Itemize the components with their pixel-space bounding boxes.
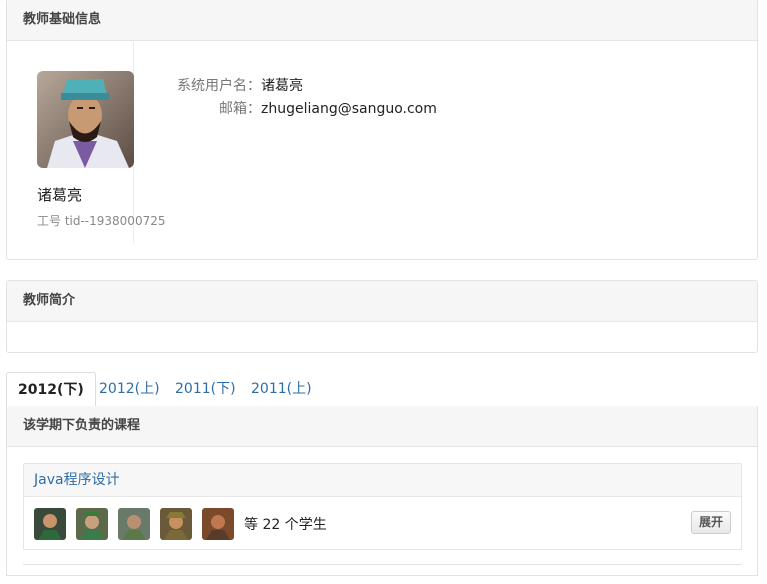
teacher-intro-panel: 教师简介	[6, 280, 758, 353]
student-avatar[interactable]	[76, 507, 108, 540]
student-avatar[interactable]	[34, 507, 66, 540]
panel-title: 该学期下负责的课程	[7, 406, 757, 447]
tab-2011-spring[interactable]: 2011(上)	[240, 372, 323, 407]
student-count: 等 22 个学生	[244, 516, 327, 533]
tab-2011-fall[interactable]: 2011(下)	[164, 372, 247, 407]
panel-title: 教师基础信息	[7, 0, 757, 41]
courses-panel: 该学期下负责的课程 Java程序设计 等 22 个学生 展开	[6, 406, 758, 576]
tab-2012-spring[interactable]: 2012(上)	[88, 372, 171, 407]
student-avatar[interactable]	[160, 507, 192, 540]
teacher-name: 诸葛亮	[37, 186, 83, 204]
teacher-basic-info-panel: 教师基础信息 诸葛亮 工号 tid--1938000725 系统用户名：诸葛亮 …	[6, 0, 758, 260]
teacher-avatar	[37, 71, 134, 168]
teacher-id: 工号 tid--1938000725	[37, 214, 166, 228]
course-card: Java程序设计 等 22 个学生 展开	[23, 463, 742, 550]
email-value: zhugeliang@sanguo.com	[261, 101, 437, 117]
email-row: 邮箱：zhugeliang@sanguo.com	[134, 98, 437, 118]
username-value: 诸葛亮	[261, 78, 303, 94]
course-title-link[interactable]: Java程序设计	[24, 464, 741, 497]
tab-2012-fall[interactable]: 2012(下)	[6, 372, 96, 408]
student-list: 等 22 个学生	[34, 507, 327, 540]
username-row: 系统用户名：诸葛亮	[134, 75, 303, 95]
student-avatar[interactable]	[118, 507, 150, 540]
username-label: 系统用户名：	[177, 78, 261, 94]
panel-title: 教师简介	[7, 281, 757, 322]
course-card-next	[23, 564, 742, 584]
profile-card: 诸葛亮 工号 tid--1938000725	[7, 42, 165, 243]
student-avatar[interactable]	[202, 507, 234, 540]
semester-tabs: 2012(下) 2012(上) 2011(下) 2011(上)	[6, 372, 758, 408]
expand-button[interactable]: 展开	[691, 511, 731, 534]
email-label: 邮箱：	[219, 101, 261, 117]
